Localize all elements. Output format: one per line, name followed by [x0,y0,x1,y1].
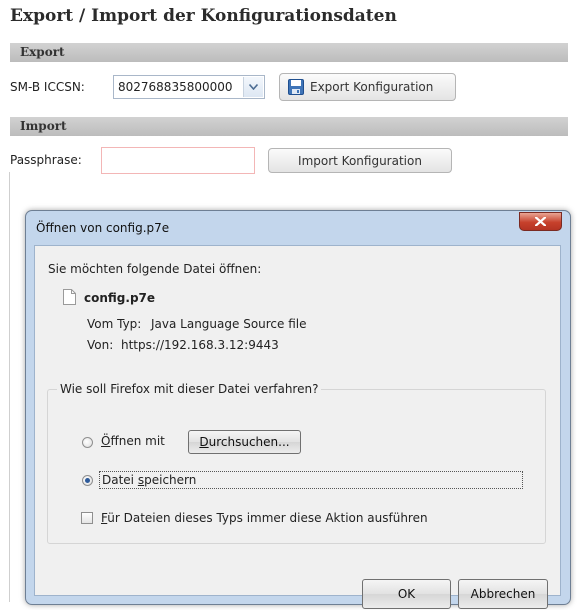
passphrase-label: Passphrase: [10,153,82,167]
always-do-this-label[interactable]: Für Dateien dieses Typs immer diese Akti… [101,511,428,525]
dialog-body: Sie möchten folgende Datei öffnen: confi… [34,245,561,609]
file-type-value: Java Language Source file [151,317,307,331]
import-configuration-button[interactable]: Import Konfiguration [268,148,452,173]
browse-button-label: Durchsuchen... [199,435,290,449]
file-icon [63,289,76,309]
save-file-label[interactable]: Datei speichern [102,473,196,487]
open-with-radio[interactable] [82,437,93,448]
close-button[interactable] [519,212,562,231]
import-section-heading: Import [10,117,568,136]
always-do-this-checkbox[interactable] [81,512,93,524]
file-name: config.p7e [84,291,156,305]
file-type-label: Vom Typ: [87,317,142,331]
ok-button[interactable]: OK [362,579,451,609]
open-with-label[interactable]: Öffnen mit [101,434,165,448]
open-file-dialog: Öffnen von config.p7e Sie möchten folgen… [25,210,571,609]
browse-button[interactable]: Durchsuchen... [188,430,301,454]
dialog-intro: Sie möchten folgende Datei öffnen: [48,262,262,276]
ok-button-label: OK [397,587,416,601]
cancel-button-label: Abbrechen [470,587,536,601]
iccsn-select[interactable]: 802768835800000 [113,75,265,99]
page-title: Export / Import der Konfigurationsdaten [10,6,397,26]
floppy-disk-icon [288,79,304,98]
save-file-radio[interactable] [82,475,93,486]
passphrase-input[interactable] [101,147,255,174]
export-configuration-button[interactable]: Export Konfiguration [279,73,456,101]
export-button-label: Export Konfiguration [310,80,434,94]
iccsn-label: SM-B ICCSN: [10,80,85,94]
action-question: Wie soll Firefox mit dieser Datei verfah… [57,382,322,396]
file-source-value: https://192.168.3.12:9443 [121,338,279,352]
page-divider [9,172,10,602]
import-button-label: Import Konfiguration [298,154,422,168]
file-source-label: Von: [87,338,114,352]
iccsn-select-value: 802768835800000 [118,80,233,94]
export-section-heading: Export [10,43,568,62]
cancel-button[interactable]: Abbrechen [458,579,548,609]
close-icon [535,217,546,226]
chevron-down-icon[interactable] [243,77,263,97]
dialog-title: Öffnen von config.p7e [36,221,170,235]
